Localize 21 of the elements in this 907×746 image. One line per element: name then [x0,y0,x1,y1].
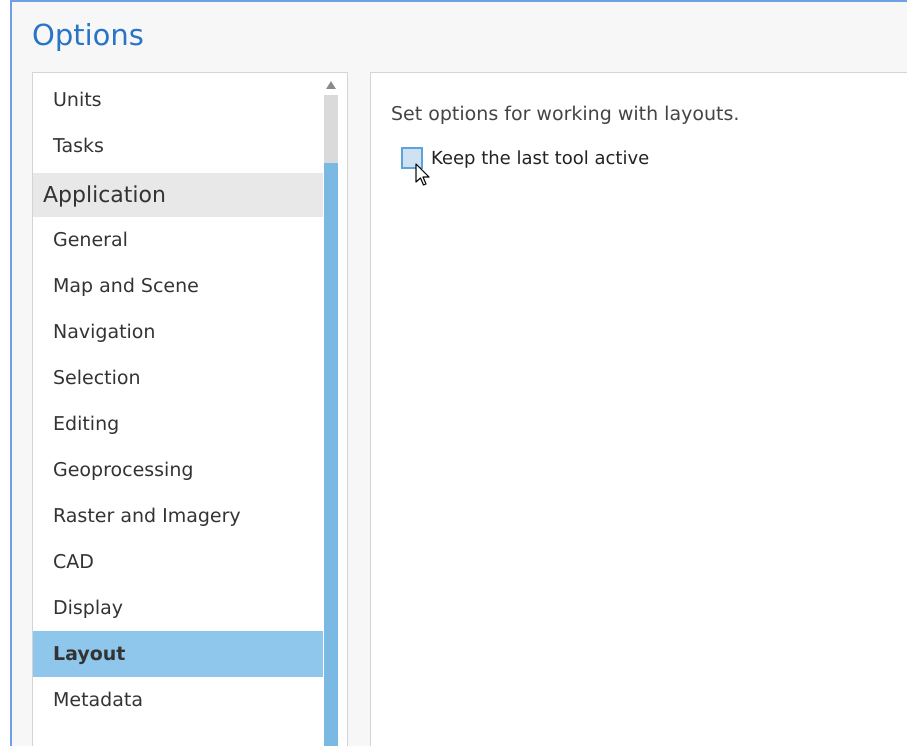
category-item[interactable]: General [33,217,323,263]
scrollbar-thumb[interactable] [324,95,338,746]
category-item[interactable]: CAD [33,539,323,585]
category-item[interactable]: Editing [33,401,323,447]
scroll-up-icon[interactable] [326,81,336,89]
checkbox[interactable] [401,147,423,169]
category-item[interactable]: Geoprocessing [33,447,323,493]
checkbox-label[interactable]: Keep the last tool active [431,148,650,168]
window-title: Options [31,17,145,54]
category-item[interactable]: Layout [33,631,323,677]
category-item[interactable]: Selection [33,355,323,401]
category-item[interactable]: Navigation [33,309,323,355]
category-item[interactable]: Map and Scene [33,263,323,309]
category-item[interactable]: Raster and Imagery [33,493,323,539]
category-item[interactable]: Metadata [33,677,323,723]
category-item[interactable]: Display [33,585,323,631]
section-header: Application [33,173,323,217]
panel-heading: Set options for working with layouts. [391,103,740,125]
category-item[interactable]: Units [33,77,323,123]
mouse-pointer-icon [415,163,431,187]
category-item[interactable]: Tasks [33,123,323,169]
